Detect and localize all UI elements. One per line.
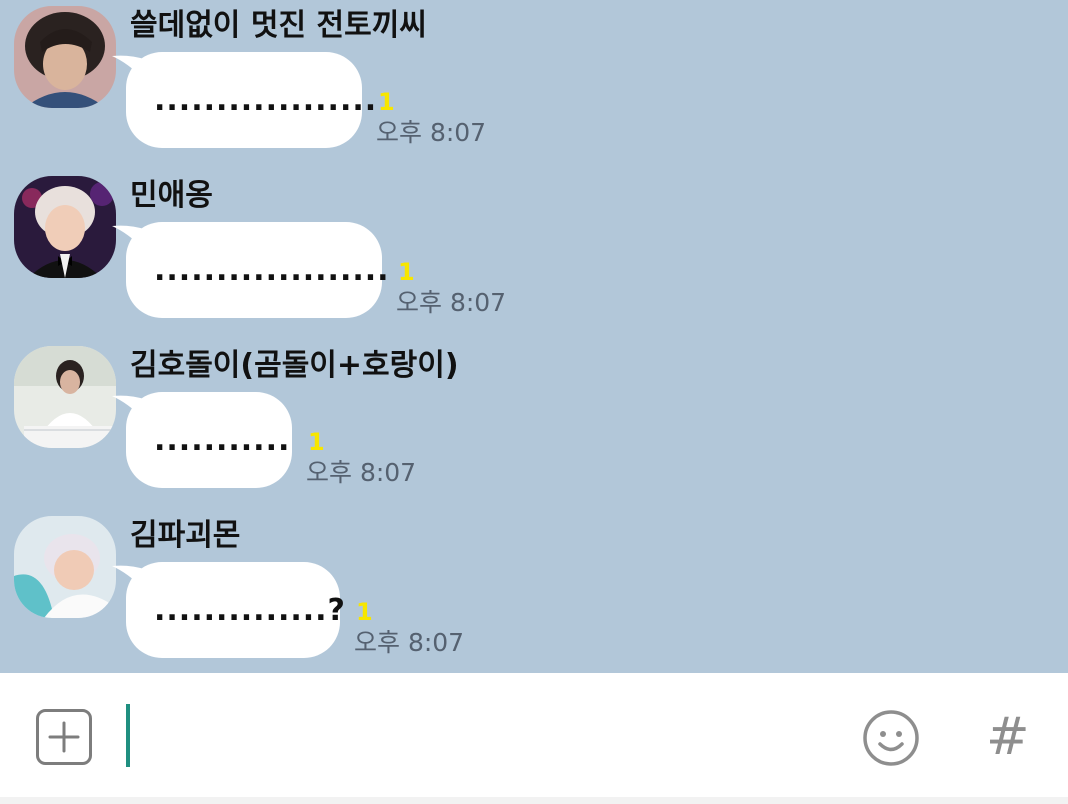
- message-row: 쓸데없이 멋진 전토끼씨 .................. 1 오후 8:0…: [0, 0, 1068, 170]
- message-time: 오후 8:07: [306, 458, 417, 487]
- message-text: ...........: [154, 422, 291, 458]
- sender-avatar[interactable]: [14, 6, 116, 108]
- message-time: 오후 8:07: [396, 288, 507, 317]
- attach-button[interactable]: [36, 709, 92, 765]
- sender-avatar[interactable]: [14, 346, 116, 448]
- unread-count: 1: [356, 598, 373, 626]
- text-cursor: [126, 704, 130, 767]
- plus-square-icon: [36, 709, 92, 765]
- unread-count: 1: [398, 258, 415, 286]
- sender-name: 쓸데없이 멋진 전토끼씨: [130, 8, 427, 43]
- message-bubble[interactable]: ...................: [112, 222, 389, 318]
- message-bubble[interactable]: ...........: [112, 392, 292, 488]
- unread-count: 1: [308, 428, 325, 456]
- sender-avatar[interactable]: [14, 176, 116, 278]
- message-input-bar: #: [0, 673, 1068, 797]
- message-row: 민애옹 ................... 1 오후 8:07: [0, 170, 1068, 340]
- bottom-divider: [0, 797, 1068, 804]
- smiley-icon: [863, 710, 919, 766]
- message-text: ..................: [154, 82, 378, 118]
- message-bubble[interactable]: ..................: [112, 52, 376, 148]
- message-time: 오후 8:07: [376, 118, 487, 147]
- sender-name: 김파괴몬: [130, 518, 241, 553]
- message-time: 오후 8:07: [354, 628, 465, 657]
- message-input[interactable]: [134, 703, 838, 771]
- message-row: 김호돌이(곰돌이+호랑이) ........... 1 오후 8:07: [0, 340, 1068, 510]
- message-text: ...................: [154, 252, 390, 288]
- chat-message-list[interactable]: 쓸데없이 멋진 전토끼씨 .................. 1 오후 8:0…: [0, 0, 1068, 673]
- message-bubble[interactable]: ..............?: [112, 562, 345, 658]
- unread-count: 1: [378, 88, 395, 116]
- emoji-button[interactable]: [862, 709, 920, 767]
- hashtag-button[interactable]: #: [986, 707, 1030, 767]
- sender-name: 민애옹: [130, 178, 213, 213]
- message-row: 김파괴몬 ..............? 1 오후 8:07: [0, 510, 1068, 673]
- sender-avatar[interactable]: [14, 516, 116, 618]
- sender-name: 김호돌이(곰돌이+호랑이): [130, 348, 459, 383]
- message-text: ..............?: [154, 592, 346, 628]
